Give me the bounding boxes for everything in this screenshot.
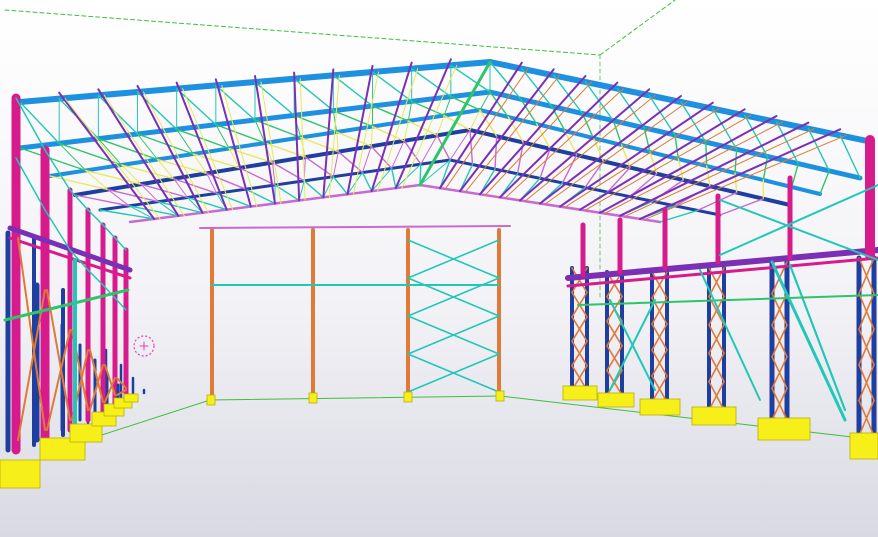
left-bracing[interactable] [46,329,71,431]
truss-web[interactable] [49,175,109,191]
column-footing[interactable] [403,391,413,403]
right-bracing[interactable] [719,199,878,261]
truss-web[interactable] [332,151,339,178]
truss-web[interactable] [705,165,711,187]
model-viewport[interactable] [0,0,878,537]
truss-web[interactable] [494,135,498,170]
column-footing[interactable] [308,392,318,404]
structural-model[interactable] [0,0,878,537]
column-footing[interactable] [849,432,878,460]
work-plane-line[interactable] [599,0,676,56]
truss-web[interactable] [391,140,405,169]
column-footing[interactable] [562,385,598,401]
truss-web[interactable] [19,147,87,172]
truss-web[interactable] [304,156,335,178]
truss-web[interactable] [362,145,372,173]
truss-web[interactable] [361,171,373,192]
truss-web[interactable] [734,148,738,174]
column-footing[interactable] [691,406,737,426]
truss-web[interactable] [407,100,413,122]
truss-web[interactable] [332,175,349,195]
roof-purlin[interactable] [175,81,228,211]
left-girt[interactable] [3,288,130,322]
column-footing[interactable] [206,394,216,406]
column-footing[interactable] [495,390,505,402]
truss-web[interactable] [300,136,340,153]
truss-web[interactable] [819,170,830,195]
truss-web[interactable] [719,198,765,216]
sag-rod[interactable] [353,71,379,195]
truss-web[interactable] [303,180,325,199]
truss-web[interactable] [336,131,339,153]
truss-web[interactable] [436,134,451,161]
roof-purlin[interactable] [214,78,252,208]
right-bracing[interactable] [789,264,846,411]
column-footing[interactable] [123,393,139,403]
truss-web[interactable] [332,109,374,128]
truss-web[interactable] [370,126,373,147]
column-footing[interactable] [639,398,681,416]
column-footing[interactable] [0,459,41,489]
truss-web[interactable] [790,162,800,188]
truss-web[interactable] [403,120,409,142]
truss-web[interactable] [215,123,266,144]
truss-web[interactable] [674,134,680,160]
truss-web[interactable] [175,87,217,126]
truss-web[interactable] [192,153,241,169]
truss-web[interactable] [371,71,413,103]
work-plane-line[interactable] [209,395,501,401]
truss-web[interactable] [390,167,397,189]
back-rafter[interactable] [199,225,511,229]
column-footing[interactable] [757,417,811,441]
truss-web[interactable] [97,94,139,135]
work-plane-line[interactable] [4,9,601,56]
truss-web[interactable] [19,101,60,145]
truss-web[interactable] [157,200,204,214]
truss-web[interactable] [469,129,474,166]
column-footing[interactable] [597,392,635,408]
work-plane-line[interactable] [499,395,878,441]
roof-purlin[interactable] [394,58,452,190]
column-footing[interactable] [69,423,103,443]
